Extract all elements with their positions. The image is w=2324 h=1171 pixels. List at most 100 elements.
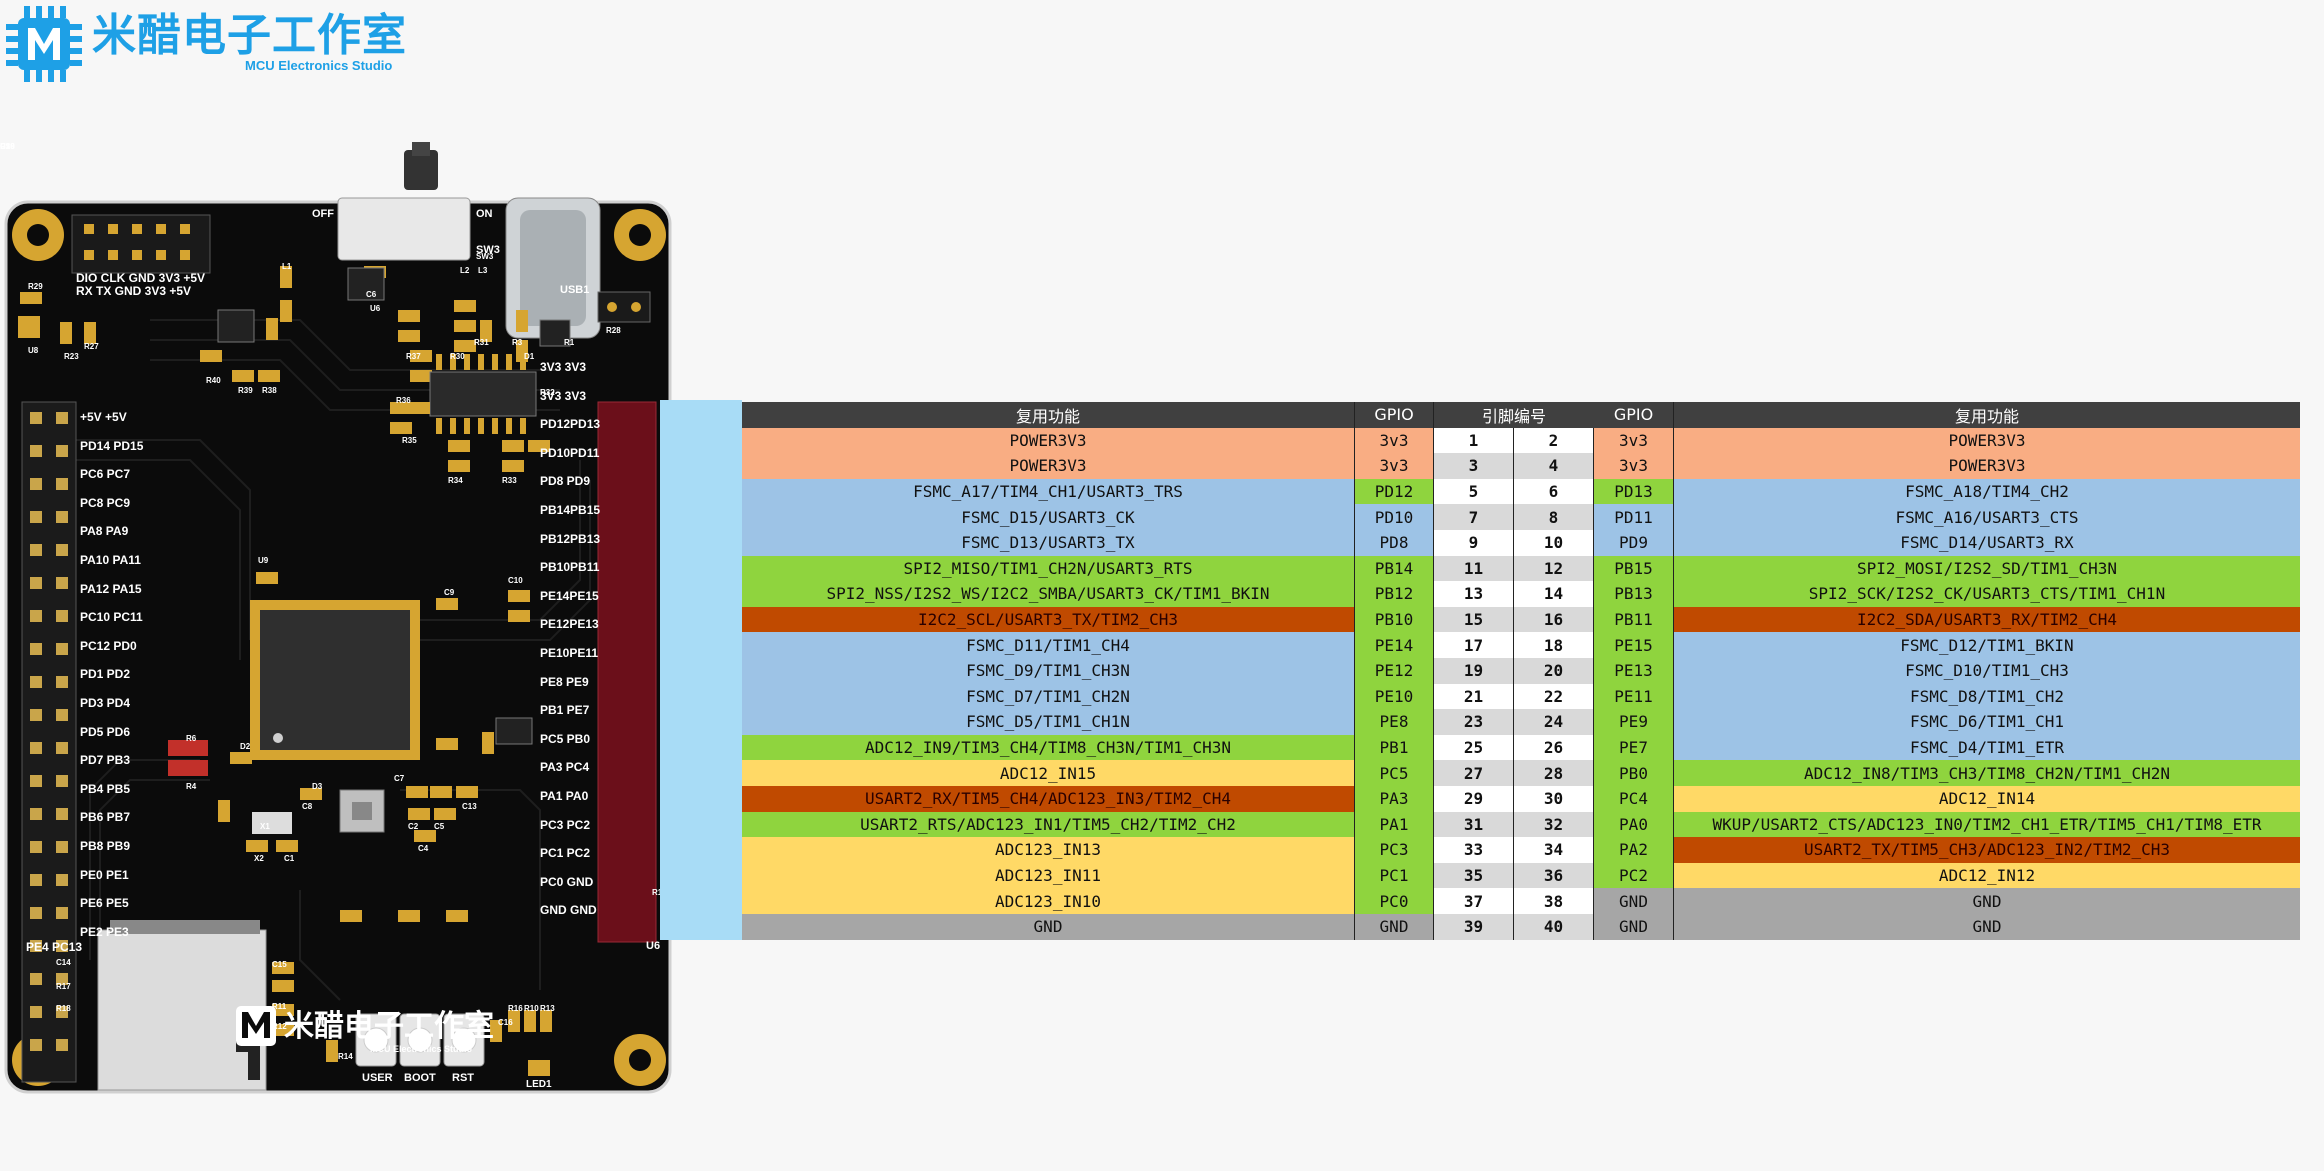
right-function-cell: WKUP/USART2_CTS/ADC123_IN0/TIM2_CH1_ETR/… <box>1674 811 2300 838</box>
right-gpio-cell: PC2 <box>1594 862 1674 889</box>
component-ref-label: C9 <box>444 588 455 597</box>
left-header-pin-label: PC10 PC11 <box>80 610 143 625</box>
right-gpio-cell: PB13 <box>1594 581 1674 607</box>
right-gpio-cell: PB0 <box>1594 760 1674 786</box>
right-function-cell: ADC12_IN12 <box>1674 862 2300 889</box>
left-function-cell: ADC123_IN13 <box>742 837 1354 863</box>
component-ref-label: R17 <box>56 982 71 991</box>
rst-button-label: RST <box>452 1072 474 1084</box>
right-pin-cell: 36 <box>1514 862 1594 889</box>
component-ref-label: R4 <box>186 782 197 791</box>
right-pin-cell: 40 <box>1514 914 1594 940</box>
component-ref-label: C7 <box>394 774 405 783</box>
component-ref-label: C13 <box>462 802 477 811</box>
right-pin-cell: 24 <box>1514 709 1594 735</box>
component-ref-label: D3 <box>312 782 323 791</box>
component-ref-label: U8 <box>28 346 39 355</box>
table-row: USART2_RX/TIM5_CH4/ADC123_IN3/TIM2_CH4 PA… <box>742 786 2300 812</box>
component-ref-label: R10 <box>524 1004 539 1013</box>
left-pin-cell: 23 <box>1434 709 1514 735</box>
left-header-pin-label: +5V +5V <box>80 410 127 424</box>
left-function-cell: ADC12_IN9/TIM3_CH4/TIM8_CH3N/TIM1_CH3N <box>742 734 1354 761</box>
component-ref-label: R31 <box>474 338 489 347</box>
left-function-cell: FSMC_D9/TIM1_CH3N <box>742 658 1354 684</box>
right-pin-cell: 28 <box>1514 760 1594 786</box>
right-gpio-cell: PE11 <box>1594 683 1674 710</box>
right-header-pin-label: 3V3 3V3 <box>540 360 587 374</box>
left-pin-cell: 3 <box>1434 453 1514 479</box>
right-function-cell: ADC12_IN14 <box>1674 786 2300 812</box>
left-function-cell: FSMC_D15/USART3_CK <box>742 504 1354 530</box>
left-gpio-cell: 3v3 <box>1354 427 1434 454</box>
left-pin-cell: 9 <box>1434 530 1514 556</box>
right-gpio-cell: 3v3 <box>1594 453 1674 479</box>
left-function-cell: SPI2_MISO/TIM1_CH2N/USART3_RTS <box>742 555 1354 582</box>
left-gpio-cell: 3v3 <box>1354 453 1434 479</box>
switch-off-label: OFF <box>312 208 334 220</box>
left-header-pin-label: PA10 PA11 <box>80 553 141 567</box>
component-ref-label: C4 <box>418 844 429 853</box>
component-ref-label: R18 <box>56 1004 71 1013</box>
right-function-cell: FSMC_D10/TIM1_CH3 <box>1674 658 2300 684</box>
right-header-pin-label: PB1 PE7 <box>540 703 590 718</box>
left-gpio-cell: PC0 <box>1354 888 1434 914</box>
right-function-cell: USART2_TX/TIM5_CH3/ADC123_IN2/TIM2_CH3 <box>1674 837 2300 863</box>
usb-ref-label: USB1 <box>560 284 590 296</box>
component-ref-label: R23 <box>64 352 79 361</box>
component-ref-label: R27 <box>84 342 99 351</box>
left-function-cell: POWER3V3 <box>742 427 1354 454</box>
left-gpio-cell: PB10 <box>1354 606 1434 633</box>
right-header-pin-label: PB12PB13 <box>540 531 601 546</box>
right-header-pin-label: PE8 PE9 <box>540 674 589 689</box>
right-pin-cell: 18 <box>1514 632 1594 658</box>
table-row: FSMC_D5/TIM1_CH1N PE8 23 24 PE9 FSMC_D6/TIM1_… <box>742 709 2300 735</box>
component-ref-label: R1 <box>564 338 575 347</box>
right-function-cell: SPI2_MOSI/I2S2_SD/TIM1_CH3N <box>1674 555 2300 582</box>
table-header-row: 复用功能 GPIO 引脚编号 GPIO 复用功能 <box>742 402 2300 428</box>
component-ref-label: C15 <box>272 960 287 969</box>
left-function-cell: ADC123_IN10 <box>742 888 1354 914</box>
right-header-pin-label: PA1 PA0 <box>540 789 589 803</box>
component-ref-label: R30 <box>450 352 465 361</box>
component-ref-label: X2 <box>254 854 264 863</box>
table-row: FSMC_D15/USART3_CK PD10 7 8 PD11 FSMC_A16/USA… <box>742 504 2300 530</box>
right-gpio-cell: PC4 <box>1594 786 1674 812</box>
left-pin-cell: 25 <box>1434 734 1514 761</box>
table-row: GND GND 39 40 GND GND <box>742 914 2300 940</box>
component-ref-label: C1 <box>284 854 295 863</box>
right-gpio-cell: PA2 <box>1594 837 1674 863</box>
right-gpio-cell: PB15 <box>1594 555 1674 582</box>
left-pin-cell: 15 <box>1434 606 1514 633</box>
right-pin-cell: 34 <box>1514 837 1594 863</box>
right-header-pin-label: PC3 PC2 <box>540 817 591 832</box>
right-header-pin-label: PE12PE13 <box>540 617 599 632</box>
right-pin-cell: 38 <box>1514 888 1594 914</box>
left-function-cell: FSMC_D13/USART3_TX <box>742 530 1354 556</box>
right-function-cell: GND <box>1674 914 2300 940</box>
right-function-cell: ADC12_IN8/TIM3_CH3/TIM8_CH2N/TIM1_CH2N <box>1674 760 2300 786</box>
table-row: FSMC_D11/TIM1_CH4 PE14 17 18 PE15 FSMC_D12/TI… <box>742 632 2300 658</box>
right-header-pin-label: GND GND <box>540 903 597 918</box>
left-function-cell: USART2_RX/TIM5_CH4/ADC123_IN3/TIM2_CH4 <box>742 786 1354 812</box>
right-header-pin-label: PB14PB15 <box>540 503 601 517</box>
brand-name-cn: 米醋电子工作室 <box>92 10 407 61</box>
component-ref-label: R37 <box>406 352 421 361</box>
right-header-pin-label: PC5 PB0 <box>540 731 591 746</box>
left-pin-cell: 13 <box>1434 581 1514 607</box>
right-gpio-cell: PE7 <box>1594 734 1674 761</box>
right-function-cell: FSMC_D8/TIM1_CH2 <box>1674 683 2300 710</box>
right-header-pin-label: PE10PE11 <box>540 646 599 660</box>
right-function-cell: POWER3V3 <box>1674 453 2300 479</box>
table-row: FSMC_D9/TIM1_CH3N PE12 19 20 PE13 FSMC_D10/TI… <box>742 658 2300 684</box>
header-func-right: 复用功能 <box>1674 402 2300 428</box>
right-header-pin-label: PC1 PC2 <box>540 846 591 861</box>
left-pin-cell: 1 <box>1434 427 1514 454</box>
left-header-pin-label: PA8 PA9 <box>80 524 129 539</box>
right-pin-cell: 26 <box>1514 734 1594 761</box>
right-gpio-cell: PD9 <box>1594 530 1674 556</box>
left-function-cell: ADC123_IN11 <box>742 862 1354 889</box>
left-gpio-cell: PD12 <box>1354 478 1434 505</box>
component-ref-label: R12 <box>272 1022 287 1031</box>
left-gpio-cell: PE14 <box>1354 632 1434 658</box>
left-gpio-cell: PC3 <box>1354 837 1434 863</box>
